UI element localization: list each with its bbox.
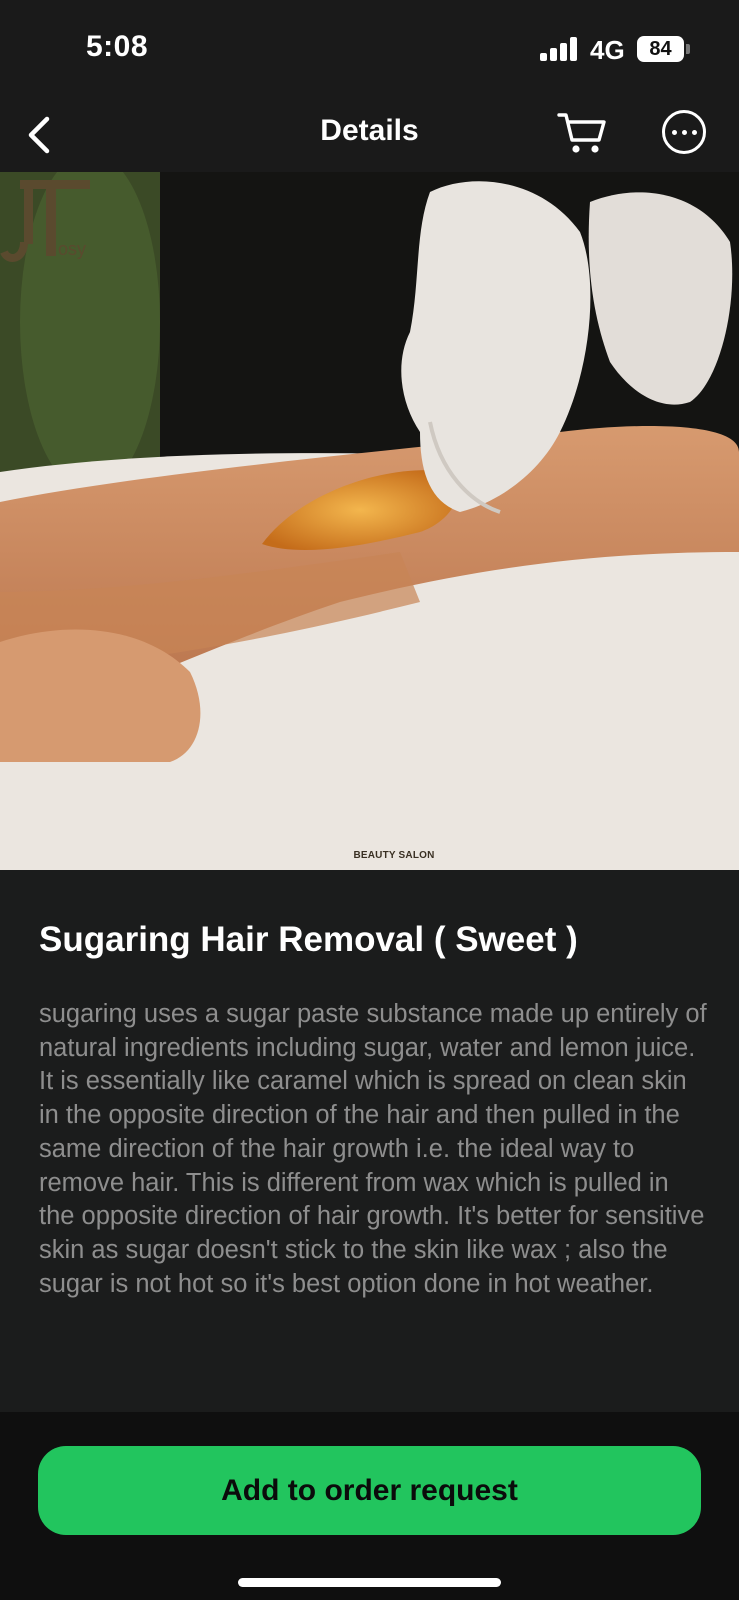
more-icon xyxy=(671,129,677,135)
page-title: Details xyxy=(320,114,419,147)
service-title: Sugaring Hair Removal ( Sweet ) xyxy=(39,920,578,959)
screen: 5:08 4G 84 Details osy BEAUTY SALON Suga… xyxy=(0,0,739,1600)
hero-illustration xyxy=(0,172,739,870)
battery-icon: 84 xyxy=(637,36,684,62)
salon-logo: osy xyxy=(0,180,90,262)
service-details: Sugaring Hair Removal ( Sweet ) sugaring… xyxy=(0,870,739,1412)
logo-subtitle: BEAUTY SALON xyxy=(353,850,435,861)
add-to-order-button[interactable]: Add to order request xyxy=(38,1446,701,1535)
hero-image: osy BEAUTY SALON xyxy=(0,172,739,870)
battery-tip xyxy=(686,44,690,54)
status-bar: 5:08 4G 84 xyxy=(0,0,739,100)
service-description: sugaring uses a sugar paste substance ma… xyxy=(39,1000,707,1298)
cart-button[interactable] xyxy=(555,108,609,158)
nav-bar: Details xyxy=(0,100,739,172)
network-label: 4G xyxy=(590,35,625,65)
cart-icon xyxy=(557,113,606,153)
more-options-button[interactable] xyxy=(662,110,706,154)
home-indicator[interactable] xyxy=(238,1578,501,1587)
bottom-action-bar: Add to order request xyxy=(0,1412,739,1600)
svg-text:osy: osy xyxy=(58,239,86,259)
signal-icon xyxy=(540,37,578,61)
status-time: 5:08 xyxy=(86,30,149,63)
